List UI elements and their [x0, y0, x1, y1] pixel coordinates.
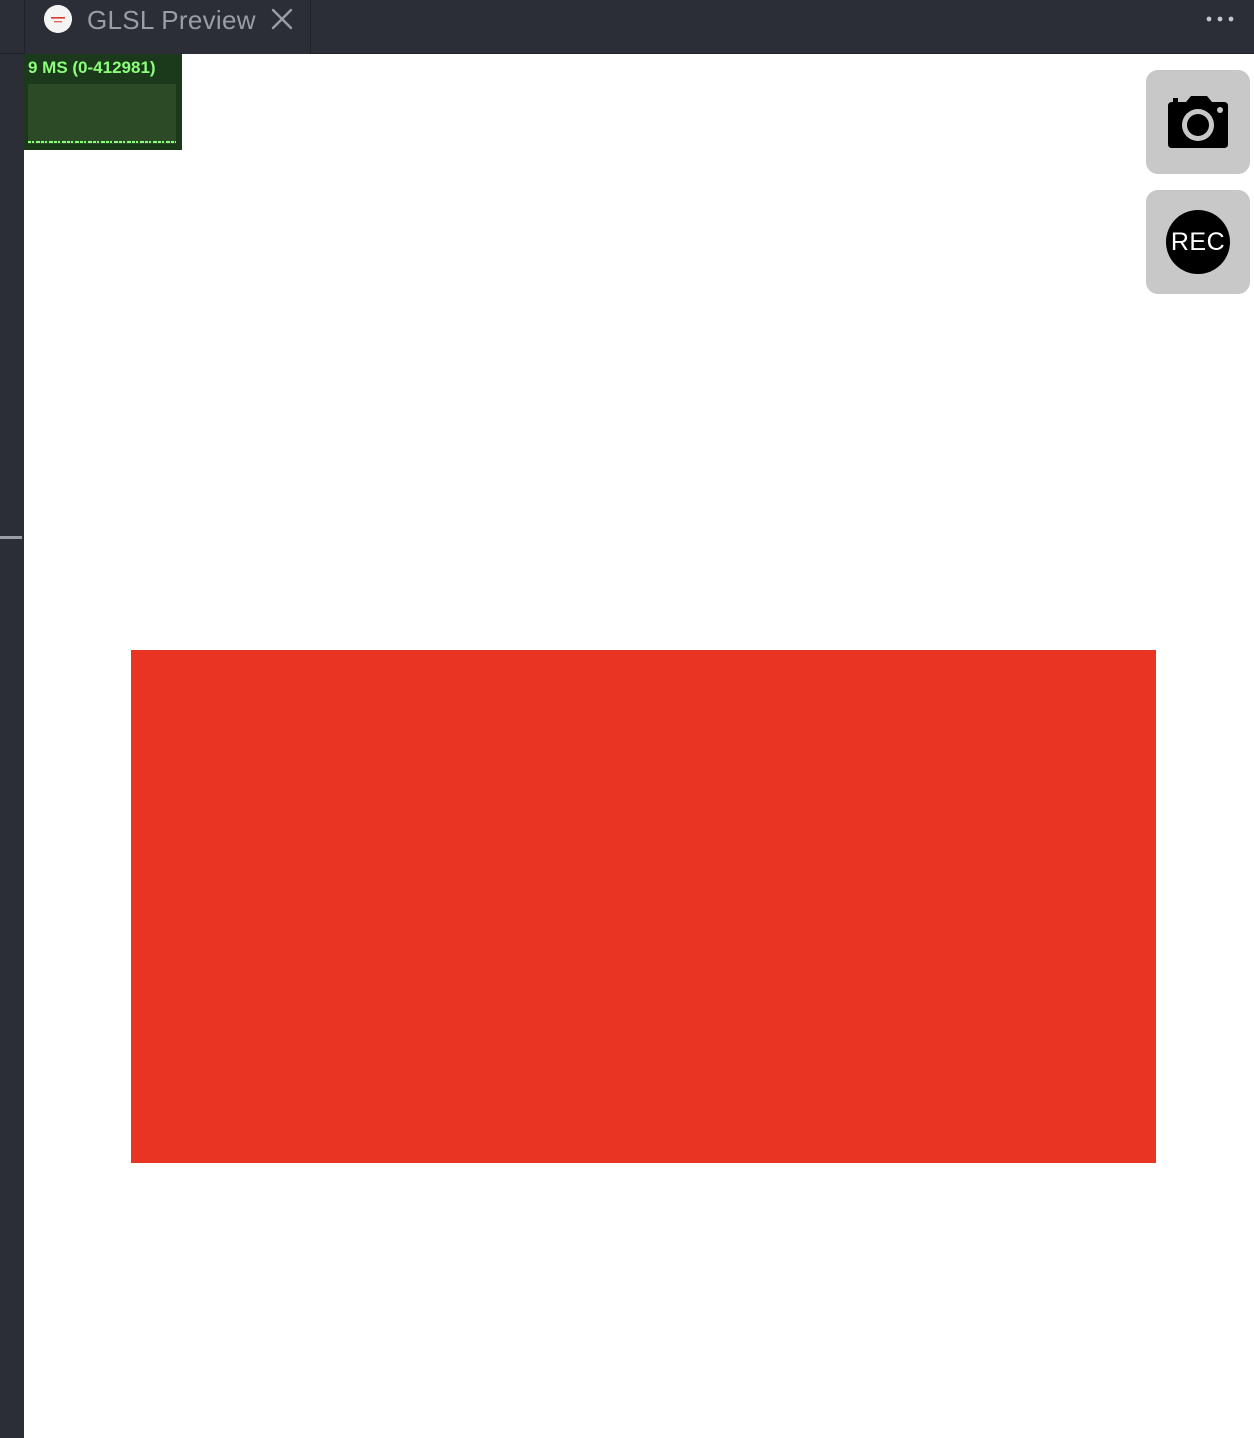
- frame-time-graph: [28, 84, 176, 144]
- screenshot-button[interactable]: [1146, 70, 1250, 174]
- record-label: REC: [1166, 210, 1230, 274]
- rendered-shape: [131, 650, 1156, 1163]
- glsl-preview-window: GLSL Preview 9 MS (0-412981) REC: [0, 0, 1254, 1438]
- editor-tab-bar: GLSL Preview: [0, 0, 1254, 54]
- more-actions-icon[interactable]: [1200, 6, 1240, 32]
- shader-toy-logo-icon: [44, 5, 72, 33]
- camera-icon: [1166, 94, 1230, 150]
- shader-canvas[interactable]: 9 MS (0-412981) REC: [24, 54, 1254, 1438]
- activity-bar: [0, 54, 24, 1438]
- tab-glsl-preview[interactable]: GLSL Preview: [24, 0, 311, 54]
- panel-resize-handle[interactable]: [0, 536, 22, 539]
- tab-title: GLSL Preview: [87, 5, 256, 35]
- frame-time-label: 9 MS (0-412981): [28, 58, 156, 77]
- record-button[interactable]: REC: [1146, 190, 1250, 294]
- close-icon[interactable]: [269, 6, 295, 32]
- frame-stats-panel[interactable]: 9 MS (0-412981): [24, 54, 182, 150]
